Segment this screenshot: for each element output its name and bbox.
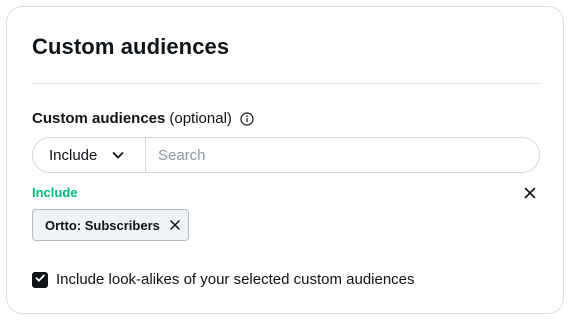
include-exclude-dropdown[interactable]: Include <box>33 138 146 172</box>
dropdown-selected-value: Include <box>49 146 98 164</box>
audience-chip-label: Ortto: Subscribers <box>45 217 160 233</box>
include-section-heading: Include <box>32 185 78 200</box>
close-icon <box>524 186 536 204</box>
chevron-down-icon <box>111 148 125 162</box>
card-title: Custom audiences <box>32 34 230 59</box>
title-divider <box>32 83 540 84</box>
clear-included-button[interactable] <box>522 187 538 203</box>
custom-audiences-card: Custom audiences Custom audiences (optio… <box>6 6 564 314</box>
custom-audiences-field-label: Custom audiences (optional) <box>32 110 254 127</box>
remove-chip-close-icon[interactable] <box>170 220 180 230</box>
audience-search-input[interactable] <box>146 138 539 172</box>
audience-search-row: Include <box>32 137 540 173</box>
field-optional-text: (optional) <box>169 110 232 127</box>
field-label-text: Custom audiences <box>32 110 166 127</box>
info-circle-icon[interactable] <box>240 111 254 126</box>
audience-chip: Ortto: Subscribers <box>32 209 189 241</box>
lookalikes-option: Include look-alikes of your selected cus… <box>32 271 415 288</box>
lookalikes-label: Include look-alikes of your selected cus… <box>56 271 415 288</box>
checkmark-icon <box>34 271 46 288</box>
lookalikes-checkbox[interactable] <box>32 271 48 288</box>
